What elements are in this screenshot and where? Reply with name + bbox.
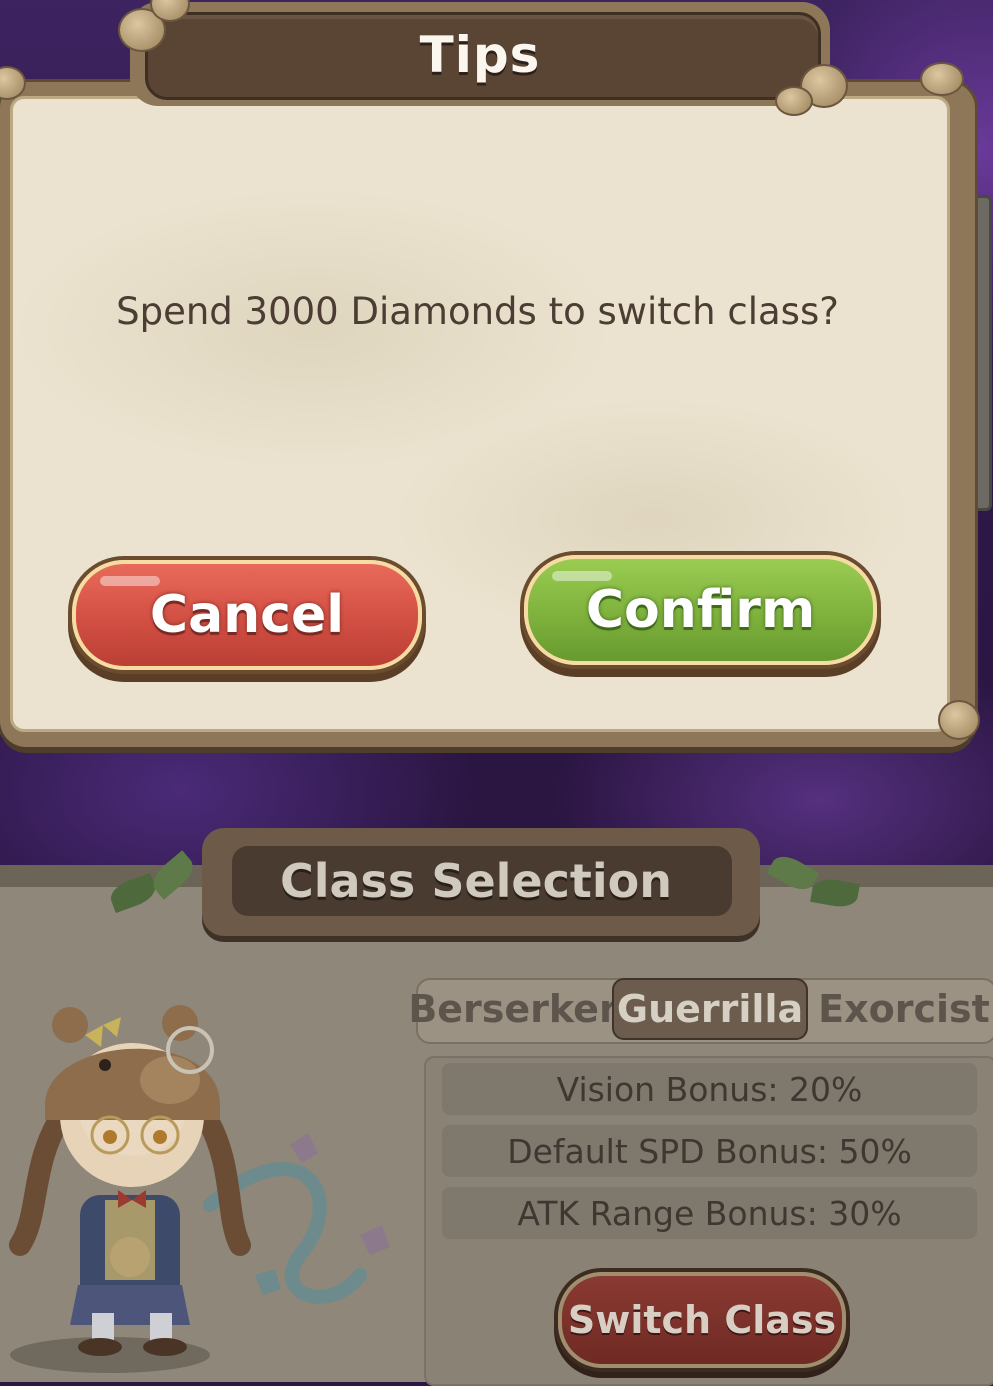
stat-atk-range-bonus: ATK Range Bonus: 30% <box>442 1187 977 1239</box>
tab-berserker[interactable]: Berserker <box>408 978 617 1040</box>
class-selection-title: Class Selection <box>279 854 672 908</box>
confirm-button[interactable]: Confirm <box>524 555 877 665</box>
dialog-message: Spend 3000 Diamonds to switch class? <box>116 290 839 333</box>
button-highlight <box>552 571 612 581</box>
character-illustration <box>9 1005 390 1373</box>
dialog-title: Tips <box>419 26 541 84</box>
tab-guerrilla[interactable]: Guerrilla <box>612 978 808 1040</box>
stat-vision-bonus: Vision Bonus: 20% <box>442 1063 977 1115</box>
knot-decoration <box>938 700 980 740</box>
knot-decoration <box>775 86 813 116</box>
cancel-button[interactable]: Cancel <box>72 560 422 670</box>
tab-exorcist[interactable]: Exorcist <box>818 978 990 1040</box>
switch-class-button[interactable]: Switch Class <box>558 1272 846 1368</box>
knot-decoration <box>920 62 964 96</box>
confirm-button-label: Confirm <box>585 580 816 640</box>
cancel-button-label: Cancel <box>149 585 345 645</box>
button-highlight <box>100 576 160 586</box>
stat-default-spd-bonus: Default SPD Bonus: 50% <box>442 1125 977 1177</box>
